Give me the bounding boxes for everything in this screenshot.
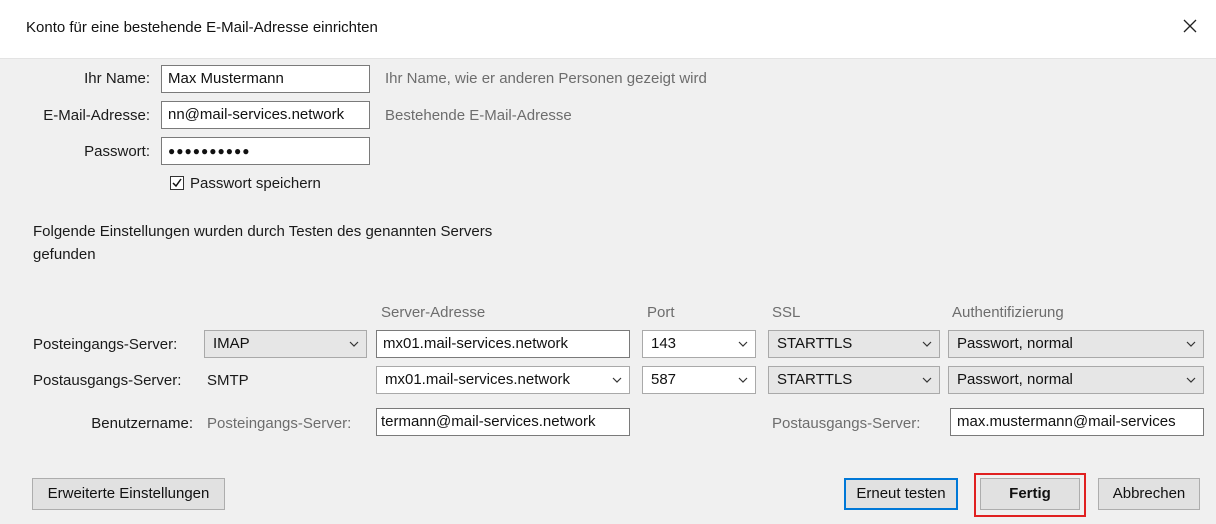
username-label: Benutzername: [91, 415, 193, 432]
incoming-port-select[interactable]: 143 [642, 330, 756, 358]
name-input[interactable]: Max Mustermann [161, 65, 370, 93]
chevron-down-icon [1186, 341, 1196, 347]
incoming-protocol-select[interactable]: IMAP [204, 330, 367, 358]
title-bar: Konto für eine bestehende E-Mail-Adresse… [0, 0, 1216, 58]
outgoing-ssl-value: STARTTLS [777, 371, 853, 388]
incoming-auth-select[interactable]: Passwort, normal [948, 330, 1204, 358]
save-password-label[interactable]: Passwort speichern [190, 175, 321, 192]
found-text-line2: gefunden [33, 246, 96, 263]
retest-button[interactable]: Erneut testen [844, 478, 958, 510]
password-label: Passwort: [84, 143, 150, 160]
incoming-server-label: Posteingangs-Server: [33, 336, 178, 353]
column-port: Port [647, 304, 675, 321]
outgoing-server-value: mx01.mail-services.network [385, 371, 571, 388]
username-incoming-input[interactable]: termann@mail-services.network [376, 408, 630, 436]
chevron-down-icon [922, 377, 932, 383]
chevron-down-icon [1186, 377, 1196, 383]
incoming-auth-value: Passwort, normal [957, 335, 1073, 352]
column-ssl: SSL [772, 304, 801, 321]
outgoing-server-label: Postausgangs-Server: [33, 372, 182, 389]
outgoing-port-value: 587 [651, 371, 677, 388]
incoming-protocol-value: IMAP [213, 335, 250, 352]
name-hint: Ihr Name, wie er anderen Personen gezeig… [385, 70, 707, 87]
chevron-down-icon [738, 377, 748, 383]
column-auth: Authentifizierung [952, 304, 1064, 321]
chevron-down-icon [922, 341, 932, 347]
close-icon [1183, 19, 1197, 33]
column-server-address: Server-Adresse [381, 304, 486, 321]
password-input[interactable]: ●●●●●●●●●● [161, 137, 370, 165]
email-input[interactable]: nn@mail-services.network [161, 101, 370, 129]
outgoing-auth-select[interactable]: Passwort, normal [948, 366, 1204, 394]
window-title: Konto für eine bestehende E-Mail-Adresse… [26, 19, 378, 36]
outgoing-server-select[interactable]: mx01.mail-services.network [376, 366, 630, 394]
email-label: E-Mail-Adresse: [43, 107, 150, 124]
found-text-line1: Folgende Einstellungen wurden durch Test… [33, 223, 493, 240]
chevron-down-icon [349, 341, 359, 347]
name-label: Ihr Name: [84, 70, 150, 87]
outgoing-auth-value: Passwort, normal [957, 371, 1073, 388]
incoming-server-input[interactable]: mx01.mail-services.network [376, 330, 630, 358]
cancel-button[interactable]: Abbrechen [1098, 478, 1200, 510]
save-password-checkbox[interactable] [170, 176, 184, 190]
chevron-down-icon [738, 341, 748, 347]
outgoing-protocol: SMTP [207, 372, 249, 389]
chevron-down-icon [612, 377, 622, 383]
dialog-body: Ihr Name: Max Mustermann Ihr Name, wie e… [0, 58, 1216, 524]
done-button[interactable]: Fertig [980, 478, 1080, 510]
username-incoming-label: Posteingangs-Server: [207, 415, 352, 432]
close-button[interactable] [1176, 12, 1204, 40]
username-outgoing-input[interactable]: max.mustermann@mail-services [950, 408, 1204, 436]
outgoing-ssl-select[interactable]: STARTTLS [768, 366, 940, 394]
incoming-ssl-select[interactable]: STARTTLS [768, 330, 940, 358]
advanced-settings-button[interactable]: Erweiterte Einstellungen [32, 478, 225, 510]
incoming-ssl-value: STARTTLS [777, 335, 853, 352]
outgoing-port-select[interactable]: 587 [642, 366, 756, 394]
username-outgoing-label: Postausgangs-Server: [772, 415, 921, 432]
email-hint: Bestehende E-Mail-Adresse [385, 107, 572, 124]
check-icon [172, 178, 182, 188]
incoming-port-value: 143 [651, 335, 677, 352]
